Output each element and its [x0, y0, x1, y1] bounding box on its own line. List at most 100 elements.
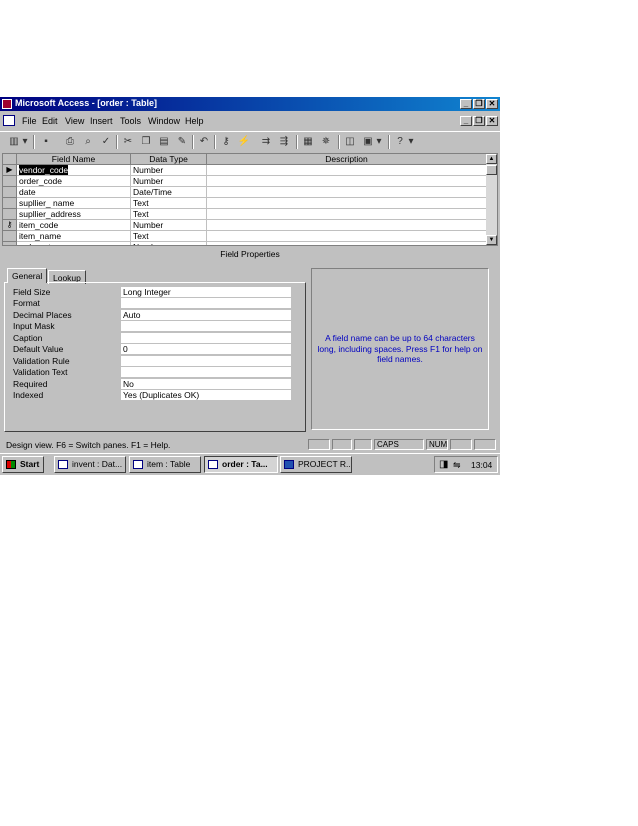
- row-selector[interactable]: [3, 231, 17, 242]
- data-type-cell[interactable]: Number: [131, 242, 207, 245]
- primary-key-icon[interactable]: ⚷: [3, 220, 17, 231]
- menu-insert[interactable]: Insert: [90, 116, 113, 126]
- table-row[interactable]: order_qty Number: [3, 242, 487, 245]
- validation-text-value[interactable]: [121, 367, 291, 378]
- decimal-places-value[interactable]: Auto: [121, 310, 291, 321]
- copy-icon[interactable]: ❐: [138, 134, 154, 150]
- table-row[interactable]: order_code Number: [3, 176, 487, 187]
- print-preview-icon[interactable]: ⌕: [80, 134, 96, 150]
- row-selector[interactable]: [3, 187, 17, 198]
- new-object-dropdown-icon[interactable]: ▾: [374, 134, 384, 150]
- description-cell[interactable]: [207, 176, 487, 187]
- grid-vertical-scrollbar[interactable]: ▲ ▼: [486, 154, 497, 245]
- word-doc-icon: [284, 460, 294, 469]
- view-dropdown-icon[interactable]: ▾: [20, 134, 30, 150]
- access-app-icon[interactable]: [2, 99, 12, 109]
- indexed-value[interactable]: Yes (Duplicates OK): [121, 390, 291, 401]
- properties-icon[interactable]: ▦: [300, 134, 316, 150]
- description-cell[interactable]: [207, 165, 487, 176]
- data-type-cell[interactable]: Date/Time: [131, 187, 207, 198]
- save-icon[interactable]: ▪: [38, 134, 54, 150]
- format-painter-icon[interactable]: ✎: [174, 134, 190, 150]
- scroll-thumb[interactable]: [486, 165, 497, 175]
- network-icon[interactable]: ⇋: [453, 460, 461, 471]
- start-button[interactable]: Start: [2, 456, 44, 473]
- build-icon[interactable]: ✵: [318, 134, 334, 150]
- tab-general[interactable]: General: [7, 268, 48, 283]
- data-type-cell[interactable]: Text: [131, 231, 207, 242]
- field-size-value[interactable]: Long Integer: [121, 287, 291, 298]
- minimize-button[interactable]: _: [460, 99, 472, 109]
- data-type-cell[interactable]: Text: [131, 209, 207, 220]
- row-selector[interactable]: [3, 176, 17, 187]
- insert-rows-icon[interactable]: ⇉: [258, 134, 274, 150]
- table-row[interactable]: ▶ vendor_code Number: [3, 165, 487, 176]
- undo-icon[interactable]: ↶: [196, 134, 212, 150]
- print-icon[interactable]: ⎙: [62, 134, 78, 150]
- menu-edit[interactable]: Edit: [42, 116, 58, 126]
- task-order-table[interactable]: order : Ta...: [204, 456, 278, 473]
- field-name-cell[interactable]: order_qty: [17, 242, 131, 245]
- description-cell[interactable]: [207, 187, 487, 198]
- task-item-table[interactable]: item : Table: [129, 456, 201, 473]
- help-dropdown-icon[interactable]: ▾: [406, 134, 416, 150]
- menu-file[interactable]: File: [22, 116, 37, 126]
- field-name-cell[interactable]: supllier_address: [17, 209, 131, 220]
- prop-label: Input Mask: [13, 321, 55, 331]
- field-name-cell[interactable]: item_name: [17, 231, 131, 242]
- restore-button[interactable]: ❐: [473, 99, 485, 109]
- cut-icon[interactable]: ✂: [120, 134, 136, 150]
- row-selector[interactable]: [3, 198, 17, 209]
- doc-restore-button[interactable]: ❐: [473, 116, 485, 126]
- data-type-cell[interactable]: Text: [131, 198, 207, 209]
- validation-rule-value[interactable]: [121, 356, 291, 367]
- caption-value[interactable]: [121, 333, 291, 344]
- menu-window[interactable]: Window: [148, 116, 180, 126]
- required-value[interactable]: No: [121, 379, 291, 390]
- field-name-cell[interactable]: date: [17, 187, 131, 198]
- field-name-cell[interactable]: order_code: [17, 176, 131, 187]
- data-type-cell[interactable]: Number: [131, 176, 207, 187]
- description-cell[interactable]: [207, 209, 487, 220]
- table-row[interactable]: supllier_ name Text: [3, 198, 487, 209]
- table-row[interactable]: item_name Text: [3, 231, 487, 242]
- volume-icon[interactable]: ◨: [439, 459, 448, 470]
- scroll-up-arrow-icon[interactable]: ▲: [486, 154, 497, 164]
- paste-icon[interactable]: ▤: [156, 134, 172, 150]
- delete-rows-icon[interactable]: ⇶: [276, 134, 292, 150]
- clock[interactable]: 13:04: [471, 460, 492, 470]
- field-name-cell[interactable]: supllier_ name: [17, 198, 131, 209]
- table-row[interactable]: supllier_address Text: [3, 209, 487, 220]
- indexes-icon[interactable]: ⚡: [236, 134, 252, 150]
- menu-help[interactable]: Help: [185, 116, 204, 126]
- table-design-grid: Field Name Data Type Description ▶ vendo…: [2, 153, 498, 246]
- close-button[interactable]: ✕: [486, 99, 498, 109]
- menu-view[interactable]: View: [65, 116, 84, 126]
- table-row[interactable]: date Date/Time: [3, 187, 487, 198]
- database-window-icon[interactable]: ◫: [342, 134, 358, 150]
- row-selector[interactable]: [3, 209, 17, 220]
- scroll-down-arrow-icon[interactable]: ▼: [486, 235, 497, 245]
- task-project-report[interactable]: PROJECT R...: [280, 456, 352, 473]
- menu-tools[interactable]: Tools: [120, 116, 141, 126]
- description-cell[interactable]: [207, 242, 487, 245]
- title-bar[interactable]: Microsoft Access - [order : Table] _ ❐ ✕: [0, 97, 500, 111]
- data-type-cell[interactable]: Number: [131, 220, 207, 231]
- default-value-value[interactable]: 0: [121, 344, 291, 355]
- field-name-cell[interactable]: item_code: [17, 220, 131, 231]
- task-invent-database[interactable]: invent : Dat...: [54, 456, 126, 473]
- input-mask-value[interactable]: [121, 321, 291, 332]
- description-cell[interactable]: [207, 220, 487, 231]
- current-row-arrow-icon[interactable]: ▶: [3, 165, 17, 176]
- description-cell[interactable]: [207, 198, 487, 209]
- table-row[interactable]: ⚷ item_code Number: [3, 220, 487, 231]
- description-cell[interactable]: [207, 231, 487, 242]
- data-type-cell[interactable]: Number: [131, 165, 207, 176]
- row-selector[interactable]: [3, 242, 17, 245]
- table-doc-icon[interactable]: [3, 115, 15, 126]
- doc-minimize-button[interactable]: _: [460, 116, 472, 126]
- primary-key-icon[interactable]: ⚷: [218, 134, 234, 150]
- doc-close-button[interactable]: ✕: [486, 116, 498, 126]
- format-value[interactable]: [121, 298, 291, 309]
- spelling-icon[interactable]: ✓: [98, 134, 114, 150]
